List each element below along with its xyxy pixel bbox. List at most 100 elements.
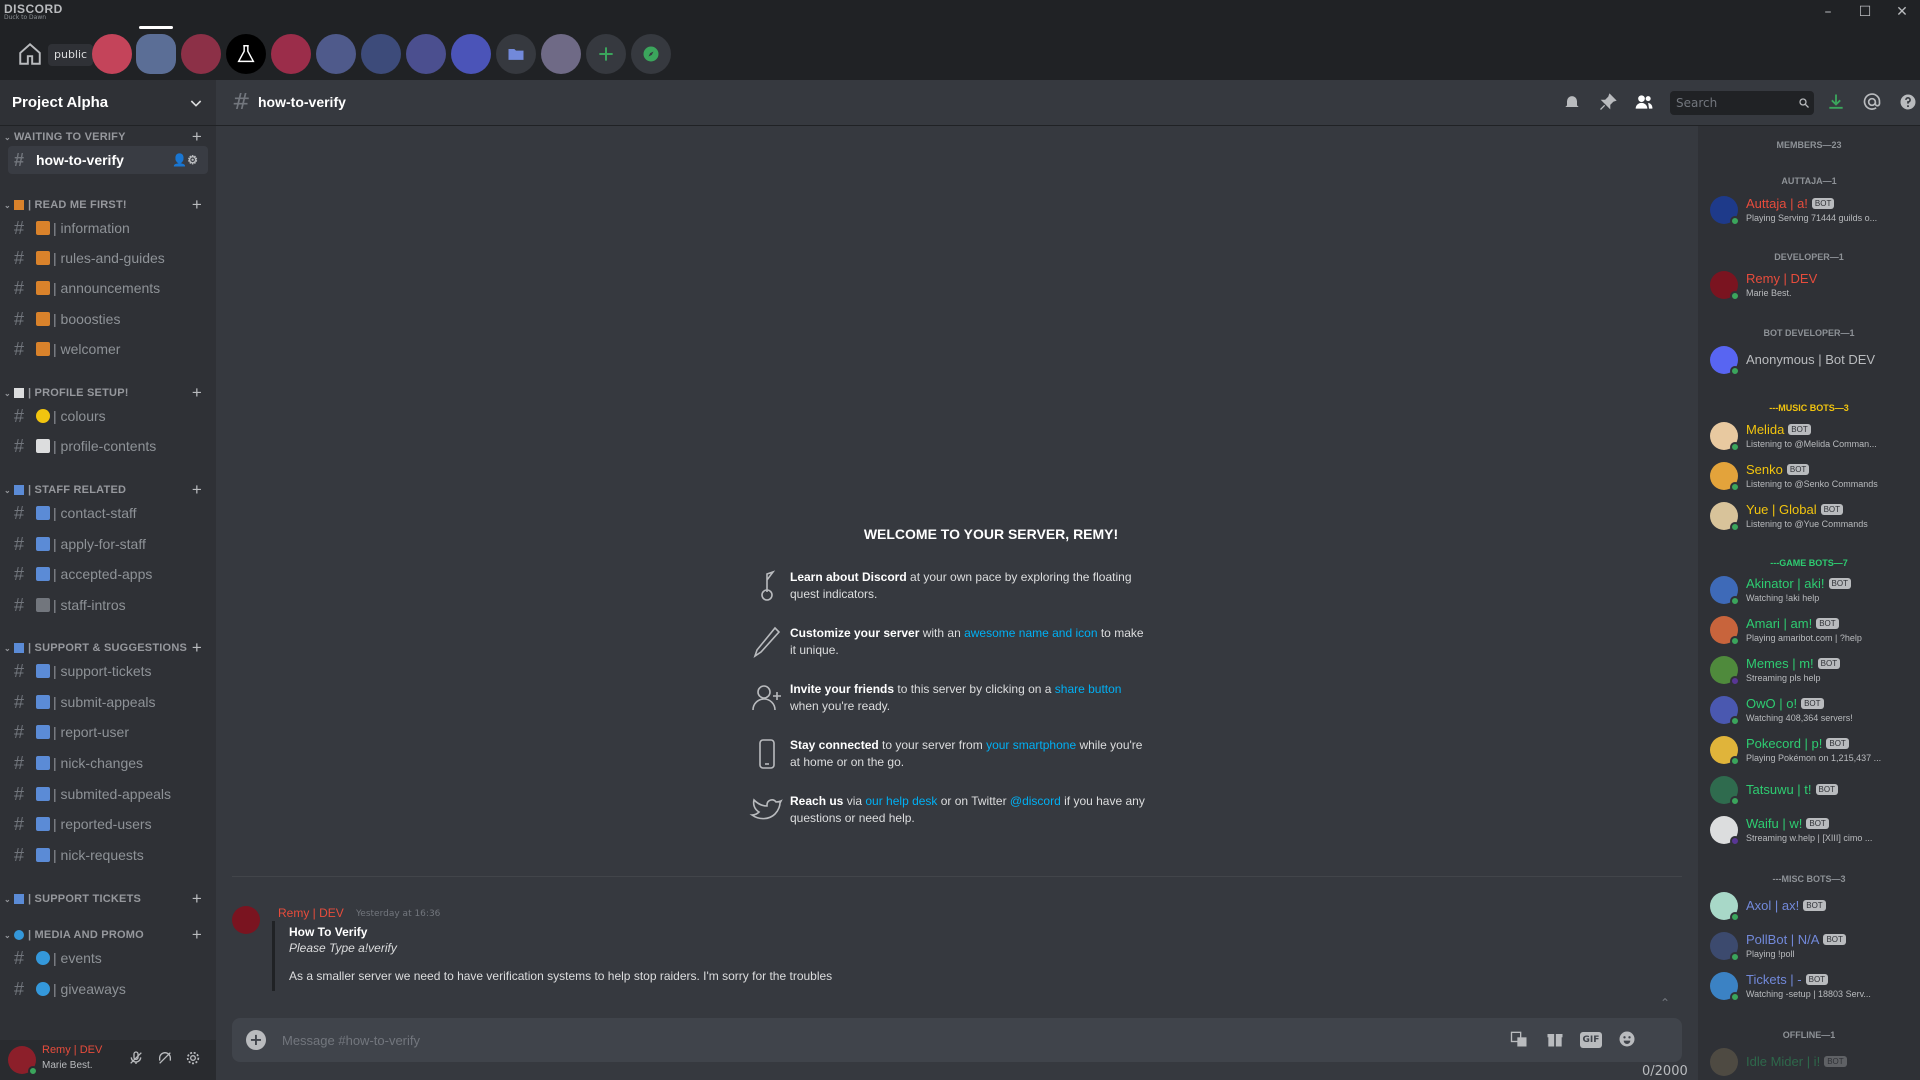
gear-icon[interactable] [183, 1050, 203, 1070]
folder-icon[interactable] [496, 34, 536, 74]
member-memes[interactable]: Memes | m! BOT Streaming pls help [1706, 650, 1916, 690]
add-server-icon[interactable] [586, 34, 626, 74]
add-channel-icon[interactable]: + [192, 638, 202, 658]
channel-submit-appeals[interactable]: # | submit-appeals [8, 688, 208, 716]
server-header[interactable]: Project Alpha [0, 80, 216, 126]
bell-icon[interactable] [1562, 92, 1586, 116]
member-tatsuwu[interactable]: Tatsuwu | t! BOT [1706, 770, 1916, 810]
message-author[interactable]: Remy | DEV [278, 906, 344, 920]
category-read-me-first[interactable]: ⌄ | READ ME FIRST! + [0, 195, 216, 215]
add-channel-icon[interactable]: + [192, 195, 202, 215]
twitter-link[interactable]: @discord [1010, 794, 1061, 808]
server-icon-anime-girl[interactable] [541, 34, 581, 74]
mentions-icon[interactable] [1862, 92, 1886, 116]
server-icon-faces[interactable] [316, 34, 356, 74]
category-staff-related[interactable]: ⌄ | STAFF RELATED + [0, 480, 216, 500]
member-pollbot[interactable]: PollBot | N/A BOT Playing !poll [1706, 926, 1916, 966]
upload-plus-icon[interactable]: + [246, 1030, 266, 1050]
channel-reported-users[interactable]: # | reported-users [8, 810, 208, 838]
channel-giveaways[interactable]: # | giveaways [8, 975, 208, 1003]
channel-apply-for-staff[interactable]: # | apply-for-staff [8, 530, 208, 558]
members-list-icon[interactable] [1634, 92, 1658, 116]
channel-nick-requests[interactable]: # | nick-requests [8, 841, 208, 869]
customize-link[interactable]: awesome name and icon [964, 626, 1097, 640]
smartphone-link[interactable]: your smartphone [986, 738, 1076, 752]
server-icon-gaming[interactable] [181, 34, 221, 74]
member-yue[interactable]: Yue | Global BOT Listening to @Yue Comman… [1706, 496, 1916, 536]
online-status-icon [1730, 291, 1740, 301]
channel-nick-changes[interactable]: # | nick-changes [8, 749, 208, 777]
member-owo[interactable]: OwO | o! BOT Watching 408,364 servers! [1706, 690, 1916, 730]
server-icon-purple[interactable] [406, 34, 446, 74]
channel-events[interactable]: # | events [8, 944, 208, 972]
flask-icon[interactable] [226, 34, 266, 74]
channel-booosties[interactable]: # | booosties [8, 305, 208, 333]
public-label[interactable]: public [48, 44, 94, 66]
gift-icon[interactable] [1544, 1029, 1566, 1051]
member-axol[interactable]: Axol | ax! BOT [1706, 886, 1916, 926]
member-idle-mider[interactable]: Idle Mider | i! BOT [1706, 1042, 1916, 1080]
channel-rules-and-guides[interactable]: # | rules-and-guides [8, 244, 208, 272]
member-amari[interactable]: Amari | am! BOT Playing amaribot.com | ?h… [1706, 610, 1916, 650]
member-akinator[interactable]: Akinator | aki! BOT Watching !aki help [1706, 570, 1916, 610]
server-icon-indigo[interactable] [451, 34, 491, 74]
search-input[interactable]: Search [1670, 91, 1814, 115]
add-channel-icon[interactable]: + [192, 127, 202, 147]
pin-icon[interactable] [1598, 92, 1622, 116]
members-header: MEMBERS—23 [1776, 140, 1842, 150]
help-desk-link[interactable]: our help desk [865, 794, 937, 808]
emoji-icon[interactable] [1616, 1029, 1638, 1051]
member-melida[interactable]: Melida BOT Listening to @Melida Comman... [1706, 416, 1916, 456]
member-anonymous[interactable]: Anonymous | Bot DEV [1706, 340, 1916, 380]
member-senko[interactable]: Senko BOT Listening to @Senko Commands [1706, 456, 1916, 496]
channel-profile-contents[interactable]: # | profile-contents [8, 432, 208, 460]
help-icon[interactable] [1898, 92, 1920, 116]
server-icon-blue[interactable] [361, 34, 401, 74]
channel-colours[interactable]: # | colours [8, 402, 208, 430]
home-icon[interactable] [10, 34, 50, 74]
add-channel-icon[interactable]: + [192, 889, 202, 909]
channel-announcements[interactable]: # | announcements [8, 274, 208, 302]
share-button-link[interactable]: share button [1055, 682, 1122, 696]
online-status-icon [1730, 992, 1740, 1002]
deafen-headphones-icon[interactable] [155, 1050, 175, 1070]
channel-submited-appeals[interactable]: # | submited-appeals [8, 780, 208, 808]
member-tickets[interactable]: Tickets | - BOT Watching -setup | 18803 S… [1706, 966, 1916, 1006]
server-icon-anime[interactable] [92, 34, 132, 74]
streaming-status-icon [1730, 836, 1740, 846]
gif-button[interactable]: GIF [1580, 1032, 1602, 1048]
minimize-icon[interactable]: – [1813, 2, 1843, 22]
maximize-icon[interactable]: ☐ [1850, 2, 1880, 22]
member-pokecord[interactable]: Pokecord | p! BOT Playing Pokémon on 1,21… [1706, 730, 1916, 770]
add-channel-icon[interactable]: + [192, 925, 202, 945]
member-remy[interactable]: Remy | DEV Marie Best. [1706, 265, 1916, 305]
server-icon-red[interactable] [271, 34, 311, 74]
channel-accepted-apps[interactable]: # | accepted-apps [8, 560, 208, 588]
member-auttaja[interactable]: Auttaja | a! BOT Playing Serving 71444 gu… [1706, 190, 1916, 230]
add-channel-icon[interactable]: + [192, 383, 202, 403]
channel-staff-intros[interactable]: # | staff-intros [8, 591, 208, 619]
mute-microphone-icon[interactable] [126, 1050, 146, 1070]
chevron-up-icon[interactable]: ⌃ [1660, 996, 1670, 1010]
category-support-tickets[interactable]: ⌄ | SUPPORT TICKETS + [0, 889, 216, 909]
category-profile-setup[interactable]: ⌄ | PROFILE SETUP! + [0, 383, 216, 403]
invite-settings-icon[interactable]: 👤⚙ [172, 153, 198, 167]
category-support-suggestions[interactable]: ⌄ | SUPPORT & SUGGESTIONS + [0, 638, 216, 658]
channel-report-user[interactable]: # | report-user [8, 718, 208, 746]
download-icon[interactable] [1826, 92, 1850, 116]
message-input[interactable] [282, 1018, 1482, 1062]
channel-contact-staff[interactable]: # | contact-staff [8, 499, 208, 527]
channel-support-tickets[interactable]: # | support-tickets [8, 657, 208, 685]
channel-how-to-verify[interactable]: # how-to-verify 👤⚙ [8, 146, 208, 174]
close-icon[interactable]: ✕ [1887, 2, 1917, 22]
category-media-and-promo[interactable]: ⌄ | MEDIA AND PROMO + [0, 925, 216, 945]
add-channel-icon[interactable]: + [192, 480, 202, 500]
member-waifu[interactable]: Waifu | w! BOT Streaming w.help | [XIII] … [1706, 810, 1916, 850]
channel-information[interactable]: # | information [8, 214, 208, 242]
avatar[interactable] [232, 906, 260, 934]
translate-icon[interactable] [1508, 1029, 1530, 1051]
category-waiting-to-verify[interactable]: ⌄ WAITING TO VERIFY + [0, 127, 216, 147]
explore-servers-icon[interactable] [631, 34, 671, 74]
channel-welcomer[interactable]: # | welcomer [8, 335, 208, 363]
server-icon-project-alpha[interactable] [136, 34, 176, 74]
